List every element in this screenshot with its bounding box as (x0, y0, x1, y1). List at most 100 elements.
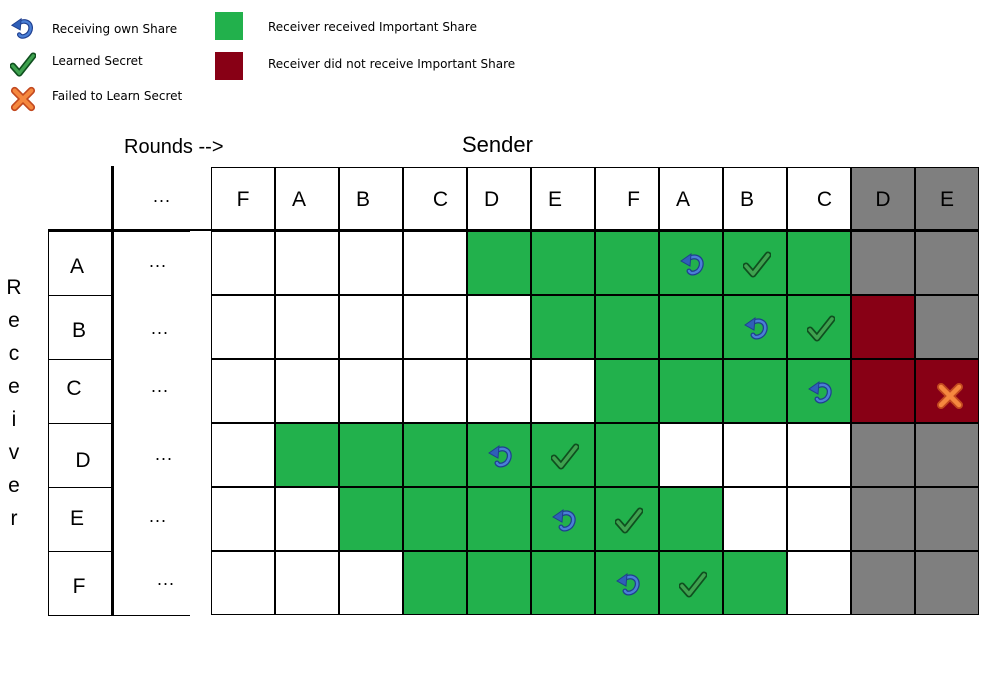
row-label: D (75, 449, 91, 472)
grid-cell (275, 231, 339, 295)
sender-label: Sender (462, 132, 533, 157)
column-header: A (659, 167, 723, 231)
grid-cell (339, 487, 403, 551)
cross-icon (10, 86, 36, 112)
grid-cell (211, 295, 275, 359)
grid-cell (339, 551, 403, 615)
grid-cell (403, 295, 467, 359)
grid-cell (531, 359, 595, 423)
column-header: F (211, 167, 275, 231)
row-labels-left-border (48, 232, 49, 616)
column-header: E (915, 167, 979, 231)
grid-cell (915, 231, 979, 295)
grid-cell (851, 423, 915, 487)
grid-cell (531, 295, 595, 359)
grid-cell (595, 359, 659, 423)
column-header: C (787, 167, 851, 231)
column-header-label: E (548, 188, 563, 211)
grid-cell (659, 487, 723, 551)
grid-cell (467, 487, 531, 551)
return-icon (615, 571, 643, 599)
dark-red-swatch (215, 52, 243, 80)
grid-cell (403, 231, 467, 295)
check-icon (615, 507, 643, 535)
grid-cell (211, 551, 275, 615)
row-label-divider (48, 487, 111, 488)
grid-cell (403, 551, 467, 615)
grid-cell (467, 231, 531, 295)
grid-cell (403, 423, 467, 487)
grid-cell (915, 487, 979, 551)
column-header: C (403, 167, 467, 231)
column-header-label: F (236, 188, 250, 211)
column-header: B (339, 167, 403, 231)
grid-cell (787, 487, 851, 551)
receiver-letter: i (11, 408, 17, 431)
grid-cell (339, 423, 403, 487)
grid-cell (211, 423, 275, 487)
row-labels-bottom-border (48, 615, 190, 616)
grid-cell (467, 295, 531, 359)
grid-cell (403, 359, 467, 423)
grid-cell (595, 423, 659, 487)
grid-cell (787, 231, 851, 295)
grid-cell (723, 551, 787, 615)
grid-cell (723, 423, 787, 487)
column-header-label: D (875, 188, 891, 211)
grid-cell (531, 231, 595, 295)
column-header-label: A (292, 188, 307, 211)
receiver-letter: e (8, 375, 20, 398)
grid-cell (467, 359, 531, 423)
legend-learned-secret: Learned Secret (52, 54, 143, 68)
column-header-label: B (356, 188, 371, 211)
rounds-label: Rounds --> (124, 136, 224, 158)
grid-cell (339, 231, 403, 295)
header-separator-gap (190, 229, 212, 231)
grid-cell (787, 423, 851, 487)
return-icon (807, 379, 835, 407)
grid-cell (595, 231, 659, 295)
grid-cell (275, 551, 339, 615)
column-header-label: F (627, 188, 640, 211)
check-icon (551, 443, 579, 471)
grid-cell (723, 487, 787, 551)
grid-cell (595, 487, 659, 551)
receiver-letter: e (8, 309, 20, 332)
grid-cell (467, 551, 531, 615)
grid-cell (659, 231, 723, 295)
receiver-letter: r (10, 507, 18, 530)
grid-cell (915, 423, 979, 487)
legend-not-received-important: Receiver did not receive Important Share (268, 57, 516, 71)
grid-cell (723, 231, 787, 295)
grid-cell (851, 231, 915, 295)
grid-cell (723, 359, 787, 423)
grid-cell (851, 359, 915, 423)
grid-cell (851, 295, 915, 359)
row-ellipsis: ... (148, 251, 167, 271)
grid-cell (595, 295, 659, 359)
row-label-divider (48, 295, 111, 296)
grid-cell (339, 295, 403, 359)
grid-cell (211, 487, 275, 551)
column-header: A (275, 167, 339, 231)
legend-receiving-own-share: Receiving own Share (52, 22, 178, 36)
row-label: F (72, 575, 86, 598)
column-header-label: B (740, 188, 755, 211)
row-ellipsis: ... (148, 506, 167, 526)
row-label: A (69, 255, 84, 278)
grid-cell (787, 295, 851, 359)
column-header: D (851, 167, 915, 231)
column-header-label: C (816, 188, 832, 211)
receiver-letter: c (8, 342, 20, 365)
legend-failed-to-learn: Failed to Learn Secret (52, 89, 183, 103)
ellipsis-header: ... (152, 186, 171, 206)
row-ellipsis: ... (150, 376, 169, 396)
grid-cell (659, 423, 723, 487)
grid-cell (339, 359, 403, 423)
return-icon (551, 507, 579, 535)
column-header-label: A (676, 188, 691, 211)
receiver-letter: v (8, 441, 20, 464)
row-ellipsis: ... (150, 318, 169, 338)
receiver-letter: e (8, 474, 20, 497)
check-icon (807, 315, 835, 343)
